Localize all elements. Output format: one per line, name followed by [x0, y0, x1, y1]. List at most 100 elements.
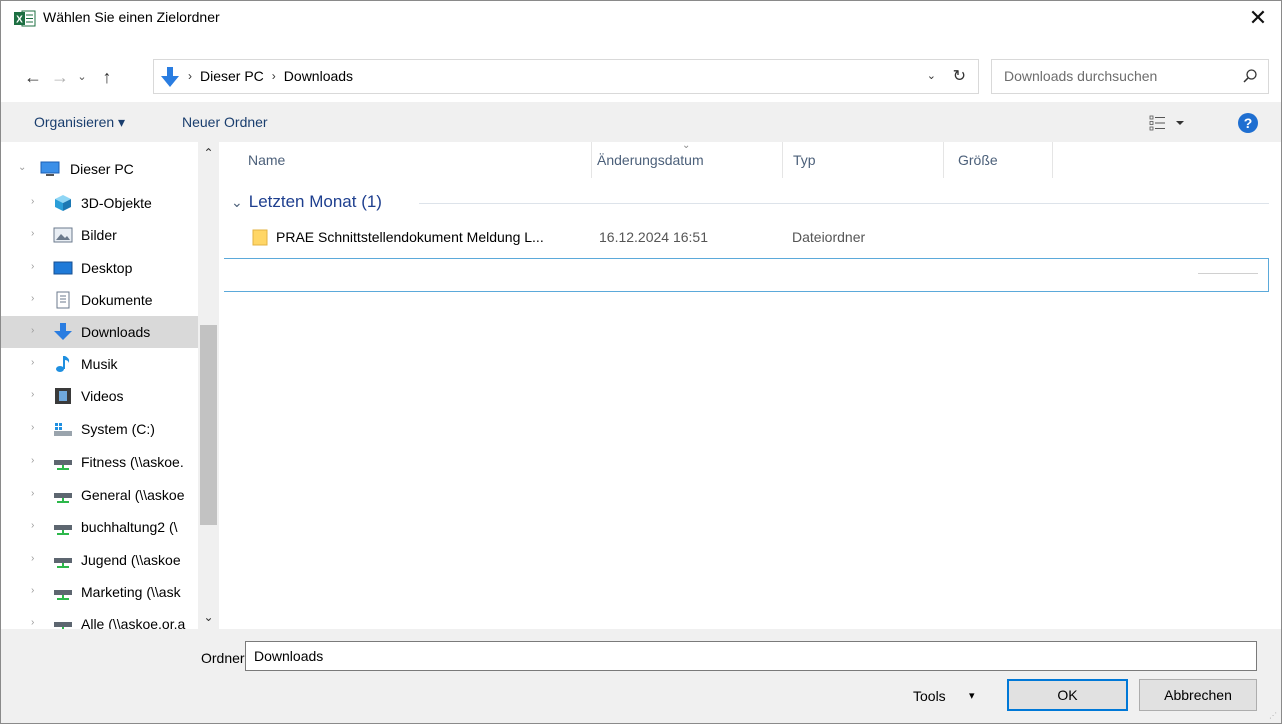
tree-item-marketing[interactable]: › Marketing (\\ask [1, 576, 198, 608]
download-arrow-icon [161, 67, 179, 87]
expand-chevron-icon[interactable]: › [31, 520, 34, 531]
organize-button[interactable]: Organisieren ▾ [34, 114, 125, 131]
expand-chevron-icon[interactable]: › [31, 389, 34, 400]
expand-chevron-icon[interactable]: › [31, 422, 34, 433]
network-drive-icon [54, 590, 72, 600]
pictures-icon [53, 227, 73, 243]
ok-button[interactable]: OK [1007, 679, 1128, 711]
resize-grip-icon[interactable]: ⋰ [1269, 711, 1279, 721]
cube-icon [55, 195, 71, 211]
group-header[interactable]: ⌄ Letzten Monat (1) [231, 192, 382, 212]
tree-item-label: buchhaltung2 (\ [81, 519, 178, 535]
tree-item-label: General (\\askoe [81, 487, 185, 503]
tree-item-label: Marketing (\\ask [81, 584, 181, 600]
tree-item-label: System (C:) [81, 421, 155, 437]
tree-item-label: Bilder [81, 227, 117, 243]
column-divider[interactable] [1052, 142, 1053, 178]
folder-picker-dialog: X Wählen Sie einen Zielordner ✕ ← → ⌄ ↑ … [0, 0, 1282, 724]
navigation-scrollbar[interactable]: ⌃ ⌄ [198, 142, 219, 629]
tree-item-alle[interactable]: › Alle (\\askoe.or.a [1, 608, 198, 629]
address-bar[interactable]: › Dieser PC › Downloads ⌄ ↻ [153, 59, 979, 94]
expand-chevron-icon[interactable]: › [31, 357, 34, 368]
expand-chevron-icon[interactable]: › [31, 455, 34, 466]
drive-icon [54, 423, 72, 436]
column-header-label: Größe [958, 152, 998, 168]
folder-name-input[interactable] [245, 641, 1257, 671]
tree-item-label: Dieser PC [70, 161, 134, 177]
scroll-down-icon[interactable]: ⌄ [198, 610, 219, 624]
expand-chevron-icon[interactable]: › [31, 325, 34, 336]
scroll-up-icon[interactable]: ⌃ [198, 146, 219, 160]
tree-item-label: Fitness (\\askoe. [81, 454, 184, 470]
music-note-icon [56, 356, 70, 372]
divider [1198, 273, 1258, 274]
expand-chevron-icon[interactable]: › [31, 261, 34, 272]
column-header-label: Typ [793, 152, 816, 168]
column-header-type[interactable]: Typ [783, 142, 943, 178]
expand-chevron-icon[interactable]: › [31, 196, 34, 207]
expand-chevron-icon[interactable]: › [31, 553, 34, 564]
command-bar: Organisieren ▾ Neuer Ordner ? [1, 102, 1281, 142]
expand-chevron-icon[interactable]: › [31, 488, 34, 499]
network-drive-icon [54, 460, 72, 470]
close-button[interactable]: ✕ [1235, 1, 1281, 35]
help-icon[interactable]: ? [1238, 113, 1258, 133]
excel-icon: X [14, 10, 36, 27]
scrollbar-thumb[interactable] [200, 325, 217, 525]
group-header-label: Letzten Monat (1) [248, 192, 382, 211]
tree-item-general[interactable]: › General (\\askoe [1, 479, 198, 511]
tree-item-downloads[interactable]: › Downloads [1, 316, 198, 348]
cancel-button[interactable]: Abbrechen [1139, 679, 1257, 711]
new-folder-button[interactable]: Neuer Ordner [182, 114, 268, 130]
network-drive-icon [54, 558, 72, 568]
file-date: 16.12.2024 16:51 [599, 229, 708, 245]
search-input[interactable]: Downloads durchsuchen [991, 59, 1269, 94]
folder-icon [252, 229, 268, 246]
network-drive-icon [54, 525, 72, 535]
group-collapse-chevron-icon[interactable]: ⌄ [231, 194, 243, 211]
tree-item-desktop[interactable]: › Desktop [1, 252, 198, 284]
tree-item-fitness[interactable]: › Fitness (\\askoe. [1, 446, 198, 478]
tree-item-3d-objekte[interactable]: › 3D-Objekte [1, 187, 198, 219]
documents-icon [56, 291, 70, 309]
address-history-chevron-icon[interactable]: ⌄ [927, 69, 936, 82]
tree-item-system-c[interactable]: › System (C:) [1, 413, 198, 445]
forward-arrow-icon[interactable]: → [50, 67, 70, 87]
expand-chevron-icon[interactable]: › [31, 228, 34, 239]
refresh-icon[interactable]: ↻ [953, 66, 966, 86]
navigation-pane: ⌄ Dieser PC › 3D-Objekte › Bilder › Desk… [1, 142, 219, 629]
tree-item-jugend[interactable]: › Jugend (\\askoe [1, 544, 198, 576]
tools-button[interactable]: Tools ▾ [905, 681, 995, 711]
tree-item-musik[interactable]: › Musik [1, 348, 198, 380]
tree-item-dokumente[interactable]: › Dokumente [1, 284, 198, 316]
breadcrumb-separator: › [188, 69, 192, 83]
tree-item-bilder[interactable]: › Bilder [1, 219, 198, 251]
tree-item-label: Videos [81, 388, 124, 404]
network-drive-icon [54, 622, 72, 629]
up-arrow-icon[interactable]: ↑ [97, 67, 117, 87]
breadcrumb-item-downloads[interactable]: Downloads [284, 68, 353, 84]
monitor-icon [40, 161, 60, 176]
tree-item-buchhaltung2[interactable]: › buchhaltung2 (\ [1, 511, 198, 543]
recent-locations-chevron-icon[interactable]: ⌄ [72, 67, 92, 87]
tree-item-label: Dokumente [81, 292, 153, 308]
tree-item-videos[interactable]: › Videos [1, 380, 198, 412]
change-view-icon[interactable] [1149, 113, 1189, 133]
column-header-name[interactable]: Name [219, 142, 591, 178]
table-row[interactable]: PRAE Schnittstellendokument Meldung L...… [219, 222, 1281, 252]
back-arrow-icon[interactable]: ← [23, 67, 43, 87]
focus-outline [224, 258, 1269, 292]
column-header-date[interactable]: Änderungsdatum [592, 142, 782, 178]
breadcrumb-separator: › [271, 69, 276, 83]
expand-chevron-icon[interactable]: › [31, 585, 34, 596]
column-header-size[interactable]: Größe [944, 142, 1052, 178]
window-title: Wählen Sie einen Zielordner [43, 9, 220, 25]
tree-item-dieser-pc[interactable]: ⌄ Dieser PC [1, 153, 198, 185]
expand-chevron-icon[interactable]: › [31, 293, 34, 304]
breadcrumb: › Dieser PC › Downloads [188, 68, 353, 84]
expand-chevron-icon[interactable]: › [31, 617, 34, 628]
tools-button-label: Tools [913, 688, 946, 704]
collapse-chevron-icon[interactable]: ⌄ [18, 162, 26, 173]
search-icon [1243, 69, 1257, 83]
breadcrumb-item-dieser-pc[interactable]: Dieser PC [200, 68, 264, 84]
